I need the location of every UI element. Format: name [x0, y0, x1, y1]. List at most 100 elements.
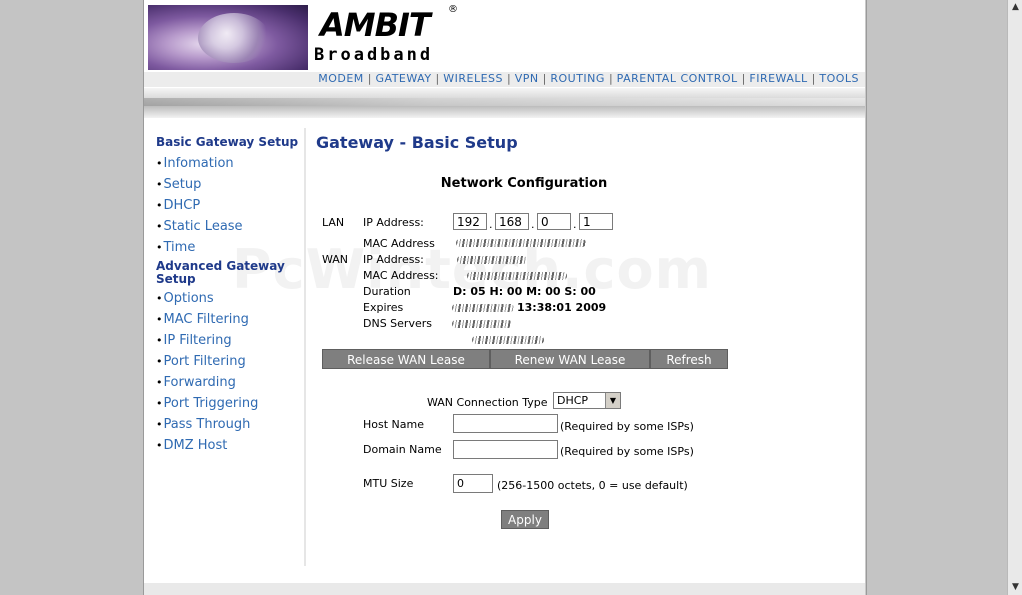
nav-separator: | — [507, 72, 511, 85]
wan-mac-label: MAC Address: — [363, 269, 439, 282]
dropdown-arrow-icon[interactable]: ▼ — [605, 393, 620, 408]
bullet-icon: • — [156, 292, 163, 305]
nav-separator: | — [367, 72, 372, 85]
mtu-size-hint: (256-1500 octets, 0 = use default) — [497, 479, 688, 492]
wan-ip-label: IP Address: — [363, 253, 424, 266]
nav-modem[interactable]: MODEM — [318, 72, 364, 85]
right-frame-margin — [866, 0, 1008, 595]
sidebar-item-options[interactable]: •Options — [156, 288, 301, 309]
domain-name-hint: (Required by some ISPs) — [560, 445, 694, 458]
sidebar-item-label: DHCP — [163, 198, 201, 213]
lan-ip-octet-4[interactable] — [579, 213, 613, 230]
sidebar-heading-advanced: Advanced Gateway Setup — [156, 259, 285, 286]
ip-dot-separator: . — [489, 218, 493, 231]
obscured-wan-mac — [467, 272, 567, 280]
nav-separator: | — [435, 72, 440, 85]
page-title: Gateway - Basic Setup — [316, 133, 518, 152]
nav-vpn[interactable]: VPN — [515, 72, 539, 85]
host-name-input[interactable] — [453, 414, 558, 433]
bullet-icon: • — [156, 241, 163, 254]
globe-logo-image — [148, 5, 308, 70]
nav-parental-control[interactable]: PARENTAL CONTROL — [617, 72, 738, 85]
sidebar-item-static-lease[interactable]: •Static Lease — [156, 216, 301, 237]
bullet-icon: • — [156, 376, 163, 389]
renew-wan-lease-button[interactable]: Renew WAN Lease — [490, 349, 650, 369]
sidebar-item-infomation[interactable]: •Infomation — [156, 153, 301, 174]
sidebar-item-label: Port Filtering — [163, 354, 246, 369]
sidebar-item-label: Port Triggering — [163, 396, 259, 411]
scroll-up-icon[interactable]: ▲ — [1009, 1, 1022, 14]
nav-routing[interactable]: ROUTING — [550, 72, 605, 85]
obscured-wan-ip — [457, 256, 527, 264]
wan-connection-type-select[interactable]: DHCP ▼ — [553, 392, 621, 409]
mtu-size-label: MTU Size — [363, 477, 414, 490]
domain-name-input[interactable] — [453, 440, 558, 459]
sidebar-item-port-triggering[interactable]: •Port Triggering — [156, 393, 301, 414]
ip-dot-separator: . — [573, 218, 577, 231]
broadband-logo-text: Broadband — [314, 45, 434, 65]
section-title-network-configuration: Network Configuration — [440, 176, 608, 191]
lan-ip-octet-2[interactable] — [495, 213, 529, 230]
bullet-icon: • — [156, 157, 163, 170]
sidebar-item-label: Static Lease — [163, 219, 243, 234]
lan-mac-label: MAC Address — [363, 237, 435, 250]
lan-label: LAN — [322, 216, 345, 229]
lan-ip-label: IP Address: — [363, 216, 424, 229]
sidebar-item-label: Infomation — [163, 156, 234, 171]
mtu-size-input[interactable] — [453, 474, 493, 493]
nav-separator: | — [542, 72, 547, 85]
nav-tools[interactable]: TOOLS — [819, 72, 859, 85]
sidebar-item-dhcp[interactable]: •DHCP — [156, 195, 301, 216]
obscured-lan-mac — [456, 239, 586, 247]
sidebar-item-dmz-host[interactable]: •DMZ Host — [156, 435, 301, 456]
nav-separator: | — [608, 72, 613, 85]
nav-wireless[interactable]: WIRELESS — [443, 72, 503, 85]
sidebar-item-label: DMZ Host — [163, 438, 228, 453]
sidebar-item-pass-through[interactable]: •Pass Through — [156, 414, 301, 435]
wan-connection-type-value: DHCP — [557, 394, 589, 407]
nav-gateway[interactable]: GATEWAY — [376, 72, 432, 85]
sidebar-divider — [304, 128, 306, 566]
duration-label: Duration — [363, 285, 411, 298]
nav-separator: | — [811, 72, 816, 85]
lan-ip-octet-1[interactable] — [453, 213, 487, 230]
expires-value: 13:38:01 2009 — [517, 301, 607, 314]
bullet-icon: • — [156, 199, 163, 212]
sidebar-item-forwarding[interactable]: •Forwarding — [156, 372, 301, 393]
bullet-icon: • — [156, 334, 163, 347]
sidebar-item-label: MAC Filtering — [163, 312, 249, 327]
sidebar-item-label: Forwarding — [163, 375, 236, 390]
refresh-button[interactable]: Refresh — [650, 349, 728, 369]
ambit-logo: AMBIT — [320, 6, 431, 44]
sidebar-item-port-filtering[interactable]: •Port Filtering — [156, 351, 301, 372]
vertical-scrollbar[interactable]: ▲ ▼ — [1007, 0, 1022, 595]
sidebar-item-label: IP Filtering — [163, 333, 232, 348]
obscured-dns-2 — [472, 336, 544, 344]
ip-dot-separator: . — [531, 218, 535, 231]
top-navigation: MODEM | GATEWAY | WIRELESS | VPN | ROUTING | PAREN… — [144, 72, 865, 87]
apply-button[interactable]: Apply — [501, 510, 549, 529]
bullet-icon: • — [156, 355, 163, 368]
lan-ip-octet-3[interactable] — [537, 213, 571, 230]
wan-label: WAN — [322, 253, 349, 266]
sidebar-item-ip-filtering[interactable]: •IP Filtering — [156, 330, 301, 351]
page-bottom-band — [144, 583, 865, 595]
sidebar-item-mac-filtering[interactable]: •MAC Filtering — [156, 309, 301, 330]
sidebar-item-label: Options — [163, 291, 214, 306]
left-frame-margin — [0, 0, 144, 595]
bullet-icon: • — [156, 418, 163, 431]
router-page: AMBIT ® Broadband MODEM | GATEWAY | WIRELESS… — [144, 0, 865, 595]
duration-value: D: 05 H: 00 M: 00 S: 00 — [453, 285, 596, 298]
scroll-down-icon[interactable]: ▼ — [1009, 581, 1022, 594]
registered-mark: ® — [448, 4, 458, 15]
release-wan-lease-button[interactable]: Release WAN Lease — [322, 349, 490, 369]
sidebar-item-time[interactable]: •Time — [156, 237, 301, 258]
bullet-icon: • — [156, 397, 163, 410]
nav-separator: | — [741, 72, 746, 85]
sidebar-item-label: Time — [163, 240, 196, 255]
sidebar-item-label: Pass Through — [163, 417, 251, 432]
obscured-dns-1 — [452, 320, 512, 328]
expires-label: Expires — [363, 301, 404, 314]
bullet-icon: • — [156, 313, 163, 326]
nav-firewall[interactable]: FIREWALL — [749, 72, 807, 85]
